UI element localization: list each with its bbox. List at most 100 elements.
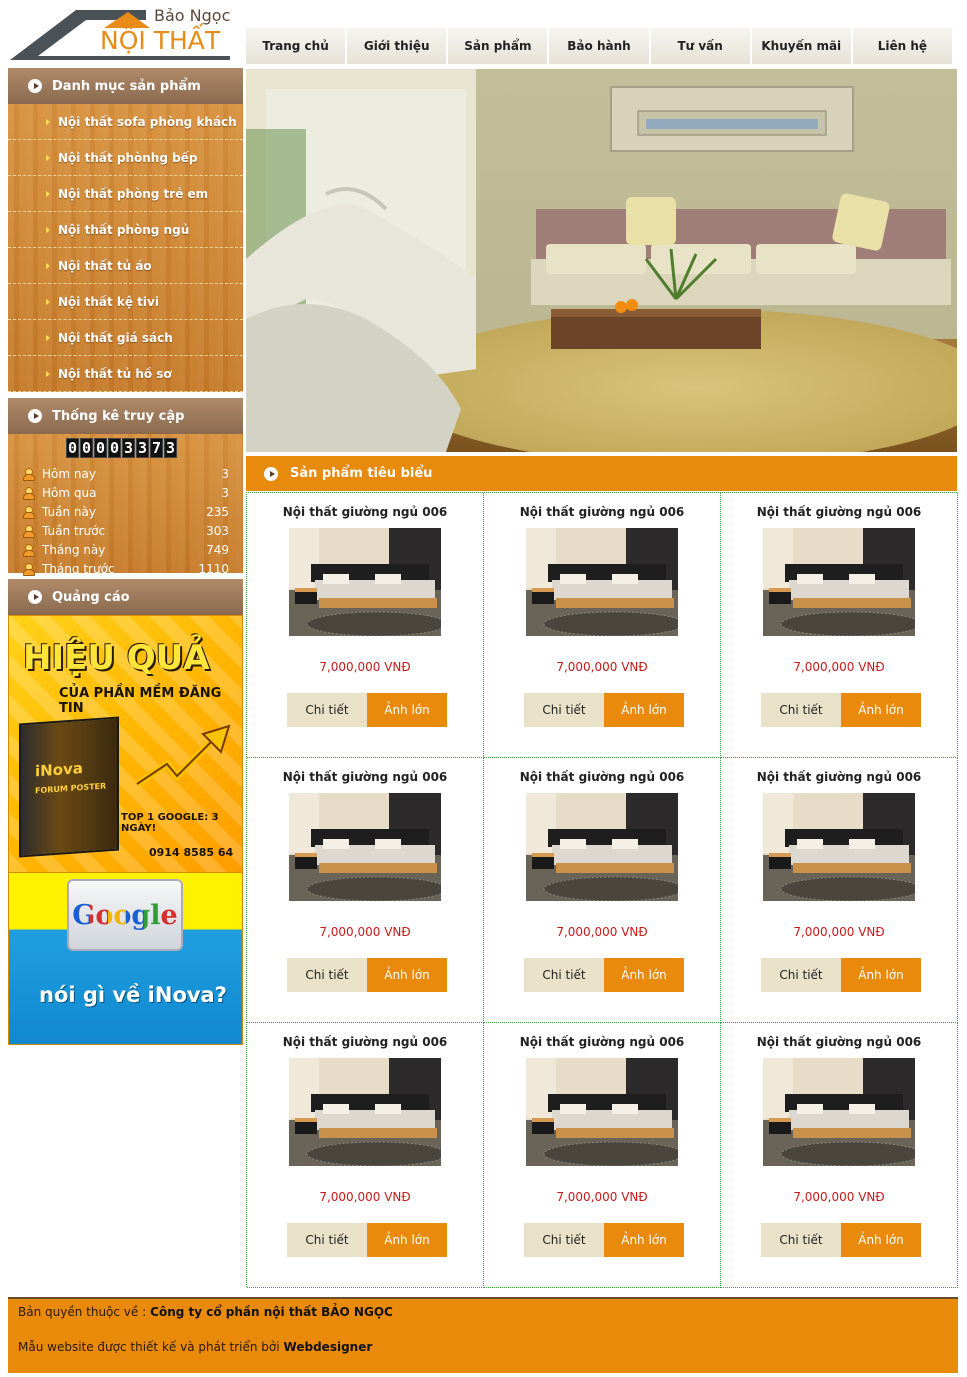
product-actions: Chi tiết Ảnh lớn xyxy=(761,693,921,727)
user-icon xyxy=(22,543,35,557)
nav-promotions[interactable]: Khuyến mãi xyxy=(751,28,853,64)
stat-label: Hôm nay xyxy=(42,466,96,481)
category-item[interactable]: Nội thất sofa phòng khách xyxy=(8,104,243,140)
play-bullet-icon xyxy=(28,409,42,423)
category-label: Nội thất tủ áo xyxy=(58,258,152,273)
ads-box-title: Quảng cáo xyxy=(52,589,130,605)
product-name[interactable]: Nội thất giường ngủ 006 xyxy=(484,1035,720,1049)
product-grid: Nội thất giường ngủ 006 7,000,000 VNĐ Ch… xyxy=(246,492,958,1288)
footer: Bản quyền thuộc về : Công ty cổ phần nội… xyxy=(8,1297,958,1373)
bedroom-photo xyxy=(289,793,441,901)
product-card: Nội thất giường ngủ 006 7,000,000 VNĐ Ch… xyxy=(721,1023,958,1288)
detail-button[interactable]: Chi tiết xyxy=(524,693,604,727)
bedroom-photo xyxy=(526,1058,678,1166)
detail-button[interactable]: Chi tiết xyxy=(287,1223,367,1257)
product-actions: Chi tiết Ảnh lớn xyxy=(287,693,447,727)
stat-label: Tuần trước xyxy=(42,523,106,538)
ad-banner-inova[interactable]: HIỆU QUẢ CỦA PHẦN MỀM ĐĂNG TIN iNova FOR… xyxy=(8,615,243,873)
category-item[interactable]: Nội thất kệ tivi xyxy=(8,284,243,320)
detail-button[interactable]: Chi tiết xyxy=(287,958,367,992)
stat-value: 3 xyxy=(221,485,229,500)
nav-products[interactable]: Sản phẩm xyxy=(448,28,550,64)
product-name[interactable]: Nội thất giường ngủ 006 xyxy=(484,505,720,519)
counter-digit: 0 xyxy=(80,438,93,458)
product-image[interactable] xyxy=(763,1058,915,1166)
large-image-button[interactable]: Ảnh lớn xyxy=(604,693,684,727)
product-name[interactable]: Nội thất giường ngủ 006 xyxy=(721,1035,957,1049)
product-card: Nội thất giường ngủ 006 7,000,000 VNĐ Ch… xyxy=(484,758,721,1023)
detail-button[interactable]: Chi tiết xyxy=(761,1223,841,1257)
detail-button[interactable]: Chi tiết xyxy=(524,958,604,992)
ad-tagline: TOP 1 GOOGLE: 3 NGÀY! xyxy=(121,812,219,834)
product-image[interactable] xyxy=(289,793,441,901)
copyright-line: Bản quyền thuộc về : Công ty cổ phần nội… xyxy=(18,1303,948,1321)
category-list: Nội thất sofa phòng khách Nội thất phònh… xyxy=(8,104,243,392)
user-icon xyxy=(22,524,35,538)
detail-button[interactable]: Chi tiết xyxy=(524,1223,604,1257)
large-image-button[interactable]: Ảnh lớn xyxy=(604,1223,684,1257)
product-name[interactable]: Nội thất giường ngủ 006 xyxy=(247,505,483,519)
nav-contact[interactable]: Liên hệ xyxy=(852,28,952,64)
product-name[interactable]: Nội thất giường ngủ 006 xyxy=(247,770,483,784)
featured-products-header: Sản phẩm tiêu biểu xyxy=(246,456,957,491)
product-name[interactable]: Nội thất giường ngủ 006 xyxy=(484,770,720,784)
product-actions: Chi tiết Ảnh lớn xyxy=(287,958,447,992)
triangle-bullet-icon xyxy=(46,298,50,305)
product-image[interactable] xyxy=(526,528,678,636)
product-price: 7,000,000 VNĐ xyxy=(556,660,648,674)
category-item[interactable]: Nội thất tủ áo xyxy=(8,248,243,284)
nav-consulting[interactable]: Tư vấn xyxy=(650,28,752,64)
product-card: Nội thất giường ngủ 006 7,000,000 VNĐ Ch… xyxy=(484,493,721,758)
ad-banner-google[interactable]: Google nói gì về iNova? xyxy=(8,873,243,1045)
hero-banner-living-room xyxy=(246,69,957,452)
bedroom-photo xyxy=(763,1058,915,1166)
category-item[interactable]: Nội thất phòng ngủ xyxy=(8,212,243,248)
stat-value: 749 xyxy=(206,542,229,557)
product-image[interactable] xyxy=(289,1058,441,1166)
ad-product-sub: FORUM POSTER xyxy=(35,781,107,796)
product-image[interactable] xyxy=(763,793,915,901)
category-item[interactable]: Nội thất tủ hồ sơ xyxy=(8,356,243,392)
bedroom-photo xyxy=(526,793,678,901)
detail-button[interactable]: Chi tiết xyxy=(287,693,367,727)
category-item[interactable]: Nội thất phònhg bếp xyxy=(8,140,243,176)
product-name[interactable]: Nội thất giường ngủ 006 xyxy=(721,505,957,519)
triangle-bullet-icon xyxy=(46,118,50,125)
large-image-button[interactable]: Ảnh lớn xyxy=(841,958,921,992)
sidebar: Danh mục sản phẩm Nội thất sofa phòng kh… xyxy=(8,68,243,1045)
site-logo[interactable]: Bảo Ngọc NỘI THẤT xyxy=(8,4,240,64)
play-bullet-icon xyxy=(28,79,42,93)
product-image[interactable] xyxy=(289,528,441,636)
detail-button[interactable]: Chi tiết xyxy=(761,693,841,727)
product-card: Nội thất giường ngủ 006 7,000,000 VNĐ Ch… xyxy=(247,493,484,758)
counter-digit: 3 xyxy=(136,438,149,458)
logo-brand-title: NỘI THẤT xyxy=(100,26,221,55)
large-image-button[interactable]: Ảnh lớn xyxy=(841,693,921,727)
bedroom-photo xyxy=(763,793,915,901)
designer-name[interactable]: Webdesigner xyxy=(284,1340,373,1354)
play-bullet-icon xyxy=(28,590,42,604)
product-image[interactable] xyxy=(763,528,915,636)
product-name[interactable]: Nội thất giường ngủ 006 xyxy=(721,770,957,784)
category-item[interactable]: Nội thất giá sách xyxy=(8,320,243,356)
nav-home[interactable]: Trang chủ xyxy=(246,28,348,64)
product-image[interactable] xyxy=(526,1058,678,1166)
category-label: Nội thất phòng trẻ em xyxy=(58,186,209,201)
product-actions: Chi tiết Ảnh lớn xyxy=(761,1223,921,1257)
large-image-button[interactable]: Ảnh lớn xyxy=(367,1223,447,1257)
user-icon xyxy=(22,486,35,500)
detail-button[interactable]: Chi tiết xyxy=(761,958,841,992)
triangle-bullet-icon xyxy=(46,370,50,377)
large-image-button[interactable]: Ảnh lớn xyxy=(841,1223,921,1257)
stat-value: 235 xyxy=(206,504,229,519)
nav-about[interactable]: Giới thiệu xyxy=(347,28,449,64)
large-image-button[interactable]: Ảnh lớn xyxy=(604,958,684,992)
product-name[interactable]: Nội thất giường ngủ 006 xyxy=(247,1035,483,1049)
large-image-button[interactable]: Ảnh lớn xyxy=(367,958,447,992)
category-item[interactable]: Nội thất phòng trẻ em xyxy=(8,176,243,212)
nav-warranty[interactable]: Bảo hành xyxy=(549,28,651,64)
product-image[interactable] xyxy=(526,793,678,901)
category-label: Nội thất tủ hồ sơ xyxy=(58,366,172,381)
large-image-button[interactable]: Ảnh lớn xyxy=(367,693,447,727)
counter-digit: 0 xyxy=(108,438,121,458)
